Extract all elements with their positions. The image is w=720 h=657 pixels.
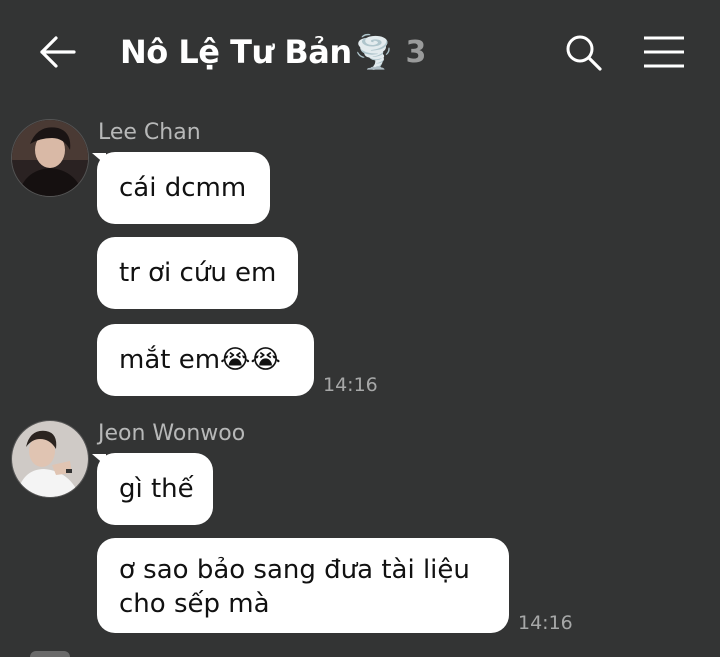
message-bubble[interactable]: gì thế	[97, 453, 213, 525]
search-icon[interactable]	[563, 32, 603, 72]
message-bubble[interactable]: cái dcmm	[97, 152, 270, 224]
message-text: mắt em😭😭	[119, 345, 281, 375]
message-text: gì thế	[119, 474, 194, 504]
message-text: cái dcmm	[119, 173, 247, 203]
message-text: tr ơi cứu em	[119, 258, 277, 288]
message-text: ơ sao bảo sang đưa tài liệu cho sếp mà	[119, 555, 470, 619]
avatar-jeon-wonwoo[interactable]	[11, 420, 89, 498]
message-bubble[interactable]: tr ơi cứu em	[97, 237, 298, 309]
message-time: 14:16	[518, 612, 573, 634]
message-bubble[interactable]: ơ sao bảo sang đưa tài liệu cho sếp mà	[97, 538, 509, 633]
sender-name: Lee Chan	[98, 120, 201, 145]
hamburger-menu-icon[interactable]	[642, 34, 686, 70]
chat-header: Nô Lệ Tư Bản 🌪️ 3	[0, 0, 720, 104]
chat-title: Nô Lệ Tư Bản	[120, 33, 352, 71]
sender-name: Jeon Wonwoo	[98, 421, 246, 446]
tornado-emoji: 🌪️	[353, 33, 394, 71]
chat-title-area[interactable]: Nô Lệ Tư Bản 🌪️ 3	[120, 28, 426, 76]
message-time: 14:16	[323, 374, 378, 396]
message-bubble[interactable]: mắt em😭😭	[97, 324, 314, 396]
back-arrow-icon[interactable]	[38, 32, 78, 72]
member-count: 3	[405, 34, 427, 70]
next-avatar-edge	[30, 651, 70, 657]
avatar-lee-chan[interactable]	[11, 119, 89, 197]
